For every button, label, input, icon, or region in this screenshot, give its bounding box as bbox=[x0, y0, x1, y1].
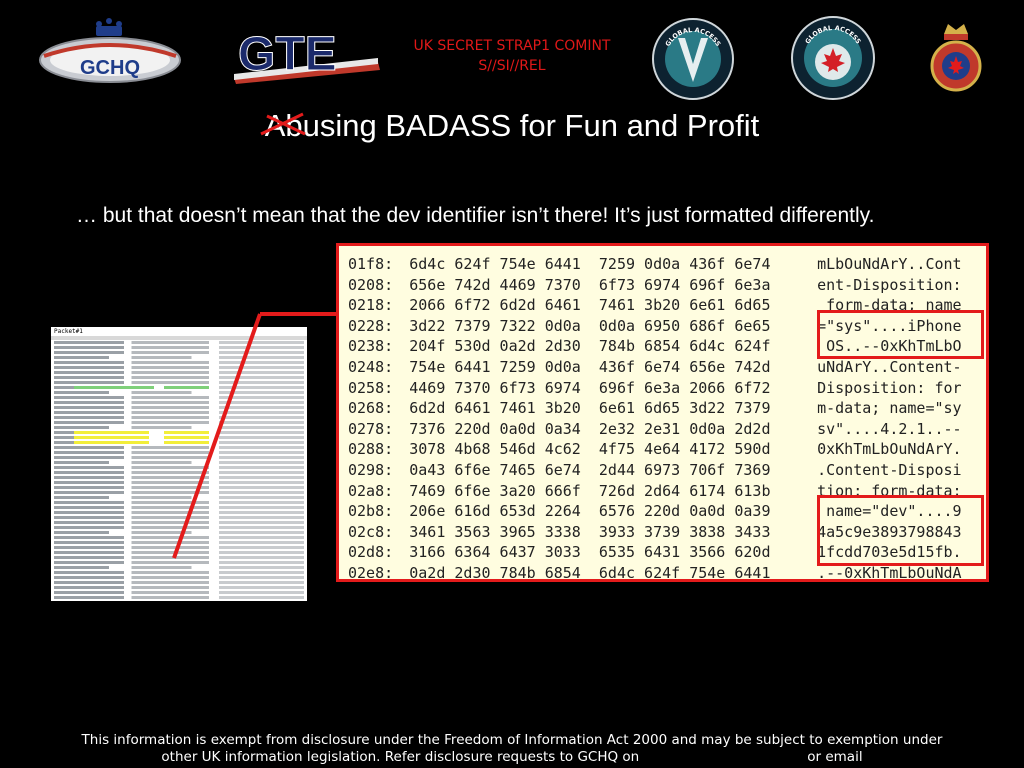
csec-crest-seal bbox=[930, 18, 982, 98]
hex-ascii: Disposition: for bbox=[817, 378, 962, 397]
footer-line-2a: other UK information legislation. Refer … bbox=[161, 749, 640, 765]
highlight-dev-identifier bbox=[817, 495, 984, 566]
hex-bytes: 3d22 7379 7322 0d0a 0d0a 6950 686f 6e65 bbox=[409, 316, 771, 335]
hex-row: 0268: 6d2d 6461 7461 3b20 6e61 6d65 3d22 … bbox=[348, 398, 986, 419]
struck-title-prefix: Ab bbox=[260, 108, 306, 144]
gchq-logo-text: GCHQ bbox=[80, 57, 140, 79]
hex-offset: 0298: bbox=[348, 460, 394, 479]
hex-offset: 0268: bbox=[348, 399, 394, 418]
hex-offset: 0228: bbox=[348, 316, 394, 335]
hex-ascii: uNdArY..Content- bbox=[817, 357, 962, 376]
hex-bytes: 4469 7370 6f73 6974 696f 6e3a 2066 6f72 bbox=[409, 378, 771, 397]
hex-bytes: 206e 616d 653d 2264 6576 220d 0a0d 0a39 bbox=[409, 502, 771, 521]
gchq-logo: GCHQ bbox=[36, 16, 184, 86]
hex-ascii: 0xKhTmLbOuNdArY. bbox=[817, 440, 962, 459]
thumbnail-row bbox=[54, 576, 304, 579]
footer-disclaimer: This information is exempt from disclosu… bbox=[30, 732, 994, 766]
body-text: … but that doesn’t mean that the dev ide… bbox=[76, 204, 875, 227]
hex-bytes: 7469 6f6e 3a20 666f 726d 2d64 6174 613b bbox=[409, 481, 771, 500]
hex-offset: 0258: bbox=[348, 378, 394, 397]
thumbnail-row bbox=[54, 571, 304, 574]
hex-bytes: 3461 3563 3965 3338 3933 3739 3838 3433 bbox=[409, 522, 771, 541]
hex-offset: 02b8: bbox=[348, 502, 394, 521]
thumbnail-row bbox=[54, 581, 304, 584]
thumbnail-title: Packet#1 bbox=[54, 328, 83, 335]
classification-line-1: UK SECRET STRAP1 COMINT bbox=[413, 38, 611, 54]
hex-bytes: 3166 6364 6437 3033 6535 6431 3566 620d bbox=[409, 543, 771, 562]
hex-row: 0258: 4469 7370 6f73 6974 696f 6e3a 2066 … bbox=[348, 378, 986, 399]
hex-ascii: sv"....4.2.1..-- bbox=[817, 419, 962, 438]
hex-bytes: 204f 530d 0a2d 2d30 784b 6854 6d4c 624f bbox=[409, 337, 771, 356]
thumbnail-row bbox=[54, 591, 304, 594]
global-access-operations-seal: GLOBAL ACCESS bbox=[652, 18, 734, 100]
classification-line-2: S//SI//REL bbox=[478, 58, 546, 74]
hex-offset: 02c8: bbox=[348, 522, 394, 541]
hex-bytes: 2066 6f72 6d2d 6461 7461 3b20 6e61 6d65 bbox=[409, 296, 771, 315]
hex-bytes: 6d4c 624f 754e 6441 7259 0d0a 436f 6e74 bbox=[409, 255, 771, 273]
hex-offset: 0278: bbox=[348, 419, 394, 438]
hex-row: 0298: 0a43 6f6e 7465 6e74 2d44 6973 706f … bbox=[348, 460, 986, 481]
hex-dump-panel: 01f8: 6d4c 624f 754e 6441 7259 0d0a 436f … bbox=[336, 243, 989, 582]
slide-title: Ab using BADASS for Fun and Profit bbox=[0, 108, 1024, 144]
hex-ascii: m-data; name="sy bbox=[817, 399, 962, 418]
classification-banner: UK SECRET STRAP1 COMINT S//SI//REL bbox=[380, 36, 644, 76]
footer-line-1: This information is exempt from disclosu… bbox=[81, 732, 943, 748]
hex-offset: 02a8: bbox=[348, 481, 394, 500]
hex-offset: 0288: bbox=[348, 440, 394, 459]
hex-ascii: .Content-Disposi bbox=[817, 460, 962, 479]
hex-offset: 02e8: bbox=[348, 563, 394, 582]
thumbnail-row bbox=[54, 586, 304, 589]
hex-bytes: 3078 4b68 546d 4c62 4f75 4e64 4172 590d bbox=[409, 440, 771, 459]
footer-line-2: other UK information legislation. Refer … bbox=[30, 749, 994, 766]
thumbnail-row bbox=[54, 596, 304, 599]
hex-ascii: ent-Disposition: bbox=[817, 275, 962, 294]
hex-bytes: 754e 6441 7259 0d0a 436f 6e74 656e 742d bbox=[409, 357, 771, 376]
hex-bytes: 0a43 6f6e 7465 6e74 2d44 6973 706f 7369 bbox=[409, 460, 771, 479]
highlight-sys-iphone bbox=[817, 310, 984, 359]
hex-bytes: 6d2d 6461 7461 3b20 6e61 6d65 3d22 7379 bbox=[409, 399, 771, 418]
hex-row: 0208: 656e 742d 4469 7370 6f73 6974 696f … bbox=[348, 275, 986, 296]
hex-bytes: 7376 220d 0a0d 0a34 2e32 2e31 0d0a 2d2d bbox=[409, 419, 771, 438]
hex-offset: 0208: bbox=[348, 275, 394, 294]
gte-logo: GTE bbox=[228, 26, 386, 84]
footer-line-2b: or email bbox=[807, 749, 863, 765]
global-access-security-seal: GLOBAL ACCESS bbox=[791, 16, 875, 100]
hex-ascii: mLbOuNdArY..Cont bbox=[817, 255, 962, 273]
title-text: using BADASS for Fun and Profit bbox=[302, 108, 760, 143]
hex-row: 0288: 3078 4b68 546d 4c62 4f75 4e64 4172 … bbox=[348, 439, 986, 460]
hex-offset: 02d8: bbox=[348, 543, 394, 562]
hex-offset: 0218: bbox=[348, 296, 394, 315]
hex-offset: 0248: bbox=[348, 357, 394, 376]
hex-row: 01f8: 6d4c 624f 754e 6441 7259 0d0a 436f … bbox=[348, 254, 986, 275]
hex-offset: 0238: bbox=[348, 337, 394, 356]
hex-bytes: 0a2d 2d30 784b 6854 6d4c 624f 754e 6441 bbox=[409, 563, 771, 582]
strike-mark bbox=[260, 112, 306, 136]
hex-row: 0248: 754e 6441 7259 0d0a 436f 6e74 656e … bbox=[348, 357, 986, 378]
hex-row: 0278: 7376 220d 0a0d 0a34 2e32 2e31 0d0a … bbox=[348, 419, 986, 440]
connector-line bbox=[172, 312, 338, 559]
gte-logo-text: GTE bbox=[238, 28, 337, 81]
hex-offset: 01f8: bbox=[348, 255, 394, 273]
hex-bytes: 656e 742d 4469 7370 6f73 6974 696f 6e3a bbox=[409, 275, 771, 294]
